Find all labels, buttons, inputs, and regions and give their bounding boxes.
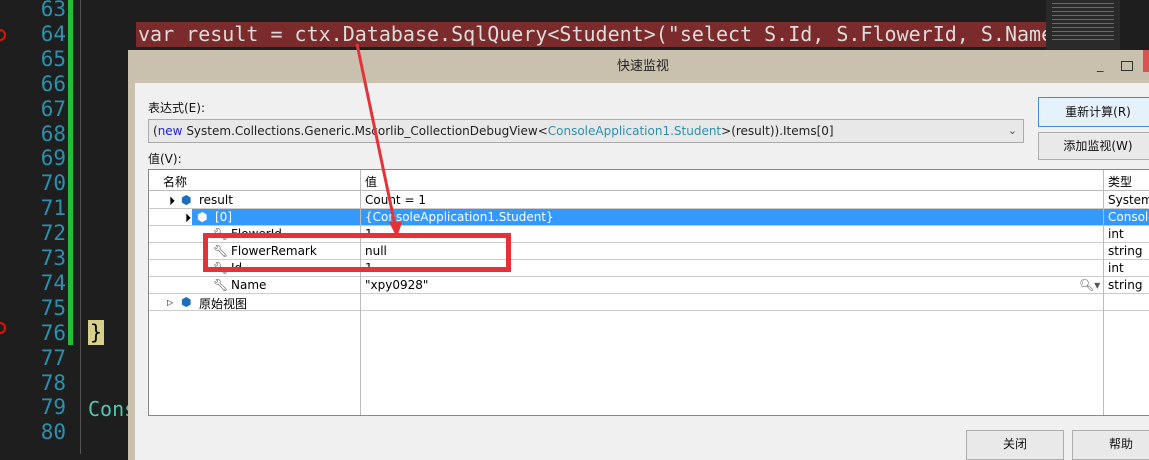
annotation-arrow: [355, 43, 402, 238]
